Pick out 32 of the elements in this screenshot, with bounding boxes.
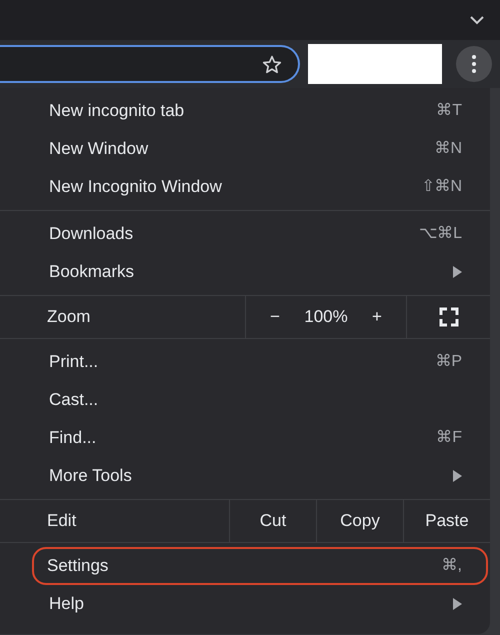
menu-item-label: Edit — [46, 510, 76, 532]
menu-item[interactable]: Downloads ⌥⌘L — [0, 215, 490, 253]
menu-item[interactable]: New Incognito Window ⇧⌘N — [0, 168, 490, 206]
menu-item[interactable]: Settings ⌘, — [32, 547, 488, 585]
menu-item[interactable]: Help — [0, 585, 490, 623]
menu-item[interactable]: Print... ⌘P — [0, 343, 490, 381]
edit-action-button[interactable]: Paste — [403, 500, 490, 542]
edit-action-button[interactable]: Cut — [229, 500, 316, 542]
shortcut-label: ⌥⌘L — [419, 224, 462, 244]
menu-item[interactable]: New incognito tab ⌘T — [0, 92, 490, 130]
star-icon[interactable] — [262, 54, 282, 74]
address-bar[interactable] — [0, 45, 300, 83]
shortcut-label: ⌘P — [435, 352, 462, 372]
menu-item-label: Zoom — [46, 306, 92, 328]
shortcut-label: ⌘T — [436, 101, 462, 121]
menu-item[interactable]: More Tools — [0, 457, 490, 495]
menu-item[interactable]: Find... ⌘F — [0, 419, 490, 457]
zoom-out-button[interactable]: − — [262, 296, 288, 338]
fullscreen-icon — [438, 307, 458, 327]
shortcut-label: ⌘N — [434, 139, 462, 159]
menu-button[interactable] — [456, 46, 492, 82]
shortcut-label: ⇧⌘N — [421, 177, 462, 197]
zoom-in-button[interactable]: + — [364, 296, 390, 338]
menu-item[interactable]: New Window ⌘N — [0, 130, 490, 168]
shortcut-label: ⌘F — [436, 428, 462, 448]
menu-icon — [472, 55, 476, 73]
edit-action-button[interactable]: Copy — [316, 500, 403, 542]
shortcut-label: ⌘, — [442, 556, 462, 576]
chevron-down-icon[interactable] — [470, 15, 484, 25]
menu-item[interactable]: Cast... — [0, 381, 490, 419]
zoom-level: 100% — [304, 306, 348, 328]
menu-item[interactable]: Bookmarks — [0, 253, 490, 291]
